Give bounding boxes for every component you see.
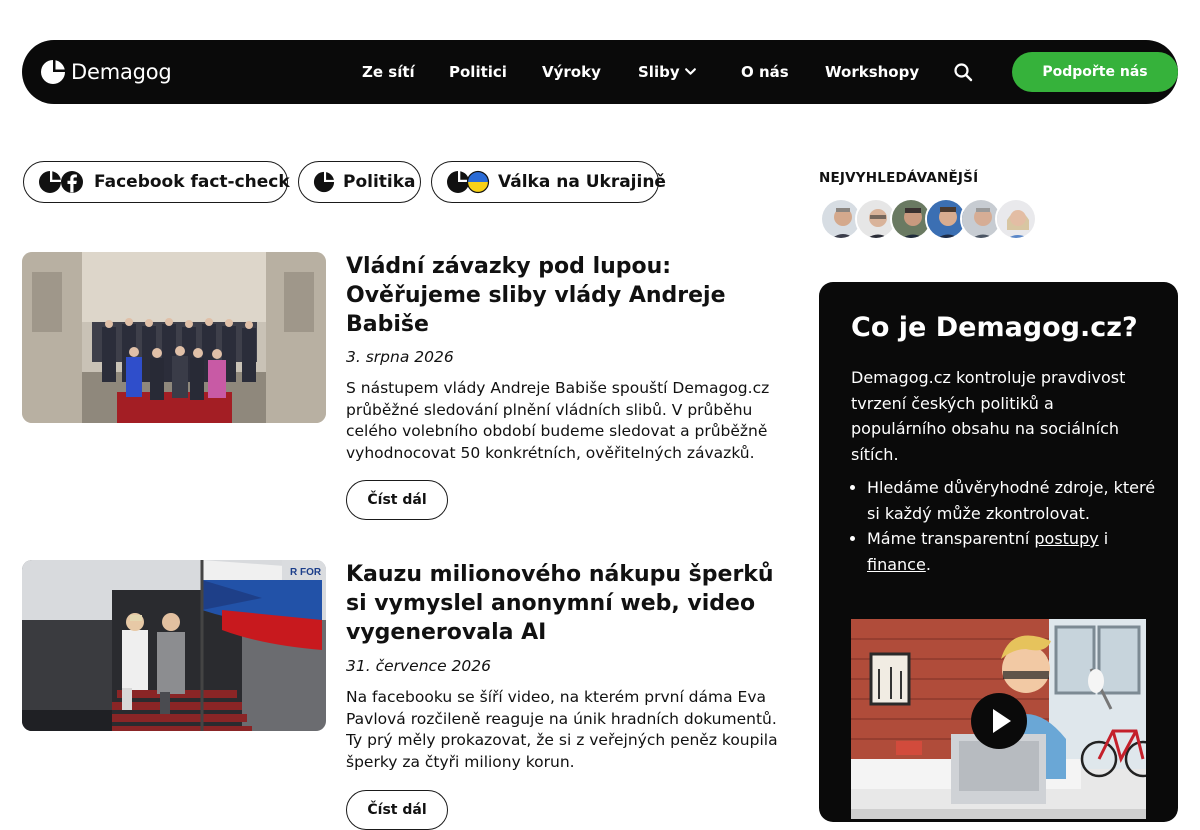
demagog-facebook-icon bbox=[39, 171, 83, 193]
read-more-button[interactable]: Číst dál bbox=[346, 790, 448, 830]
demagog-logo[interactable]: Demagog bbox=[40, 58, 172, 86]
nav-item-ze-siti[interactable]: Ze sítí bbox=[362, 62, 415, 82]
article-title[interactable]: Vládní závazky pod lupou: Ověřujeme slib… bbox=[346, 252, 786, 339]
play-button[interactable] bbox=[971, 693, 1027, 749]
bullet-text: . bbox=[925, 554, 931, 574]
tag-facebook-icons bbox=[38, 170, 86, 194]
search-icon[interactable] bbox=[953, 62, 973, 82]
airplane-stairs-photo: R FOR bbox=[22, 560, 326, 731]
nav-item-sliby-label: Sliby bbox=[638, 63, 680, 81]
about-bullet: Máme transparentní postupy i finance. bbox=[867, 526, 1161, 577]
main-navbar: Demagog Ze sítí Politici Výroky Sliby O … bbox=[22, 40, 1178, 104]
read-more-button[interactable]: Číst dál bbox=[346, 480, 448, 520]
support-button[interactable]: Podpořte nás bbox=[1012, 52, 1178, 92]
tag-label: Politika bbox=[343, 172, 416, 192]
demagog-ukraine-flag-icon bbox=[447, 170, 490, 194]
bullet-text: Máme transparentní bbox=[867, 529, 1035, 548]
avatar-image bbox=[997, 200, 1035, 238]
article-date: 31. července 2026 bbox=[346, 657, 491, 675]
brand-name: Demagog bbox=[71, 60, 172, 84]
tag-valka-na-ukrajine[interactable]: Válka na Ukrajině bbox=[431, 161, 666, 203]
tag-label: Válka na Ukrajině bbox=[498, 172, 666, 192]
photo-text: R FOR bbox=[290, 567, 322, 578]
nav-item-vyroky[interactable]: Výroky bbox=[542, 62, 601, 82]
about-bullet: Hledáme důvěryhodné zdroje, které si kaž… bbox=[867, 475, 1161, 526]
chevron-down-icon bbox=[684, 68, 696, 75]
nav-item-workshopy[interactable]: Workshopy bbox=[825, 62, 919, 82]
about-title: Co je Demagog.cz? bbox=[851, 312, 1138, 343]
bullet-text: i bbox=[1098, 529, 1109, 548]
postupy-link[interactable]: postupy bbox=[1034, 529, 1098, 548]
tag-facebook-fact-check[interactable]: Facebook fact-check bbox=[23, 161, 290, 203]
demagog-logo-icon bbox=[41, 60, 65, 84]
intro-video[interactable] bbox=[851, 619, 1146, 819]
nav-item-politici[interactable]: Politici bbox=[449, 62, 507, 82]
avatar[interactable] bbox=[995, 198, 1037, 240]
article-image-airplane[interactable]: R FOR bbox=[22, 560, 326, 731]
article-image-government[interactable] bbox=[22, 252, 326, 423]
play-icon bbox=[993, 709, 1011, 733]
about-card: Co je Demagog.cz? Demagog.cz kontroluje … bbox=[819, 282, 1178, 822]
government-group-photo bbox=[22, 252, 326, 423]
demagog-icon bbox=[313, 171, 335, 193]
about-description: Demagog.cz kontroluje pravdivost tvrzení… bbox=[851, 368, 1126, 464]
nav-item-sliby[interactable]: Sliby bbox=[638, 62, 697, 82]
about-list: Hledáme důvěryhodné zdroje, které si kaž… bbox=[851, 475, 1161, 577]
tag-ukraine-icons bbox=[446, 170, 490, 194]
article-excerpt: Na facebooku se šíří video, na kterém pr… bbox=[346, 688, 778, 771]
article-excerpt: S nástupem vlády Andreje Babiše spouští … bbox=[346, 379, 770, 462]
article-title[interactable]: Kauzu milionového nákupu šperků si vymys… bbox=[346, 560, 786, 647]
article-date: 3. srpna 2026 bbox=[346, 348, 454, 366]
most-viewed-heading: NEJVYHLEDÁVANĚJŠÍ bbox=[819, 170, 979, 186]
tag-politika-icons bbox=[313, 171, 335, 193]
nav-item-o-nas[interactable]: O nás bbox=[741, 62, 789, 82]
tag-politika[interactable]: Politika bbox=[298, 161, 421, 203]
finance-link[interactable]: finance bbox=[867, 555, 926, 574]
tag-label: Facebook fact-check bbox=[94, 172, 290, 192]
